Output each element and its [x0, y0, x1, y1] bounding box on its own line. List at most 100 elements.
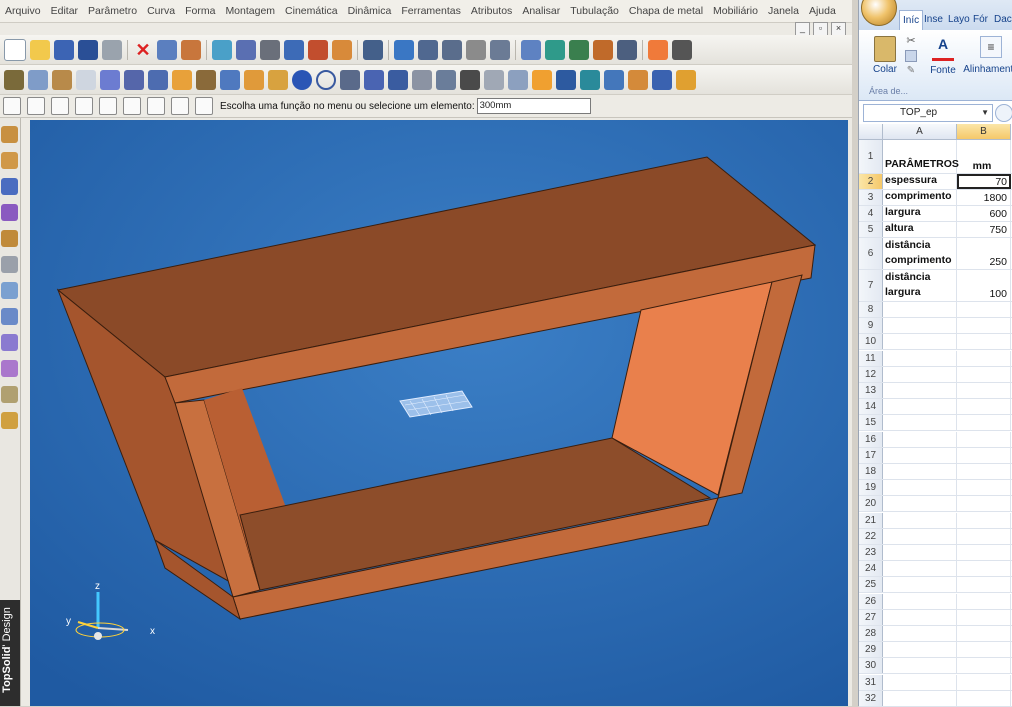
menu-item[interactable]: Curva	[142, 5, 180, 17]
cell-a[interactable]	[883, 561, 957, 577]
cell-b[interactable]	[957, 545, 1011, 560]
sheet-metal-icon[interactable]	[532, 69, 552, 90]
cell-a[interactable]	[883, 642, 957, 658]
option-six-icon[interactable]	[147, 97, 165, 115]
tools-icon[interactable]	[308, 39, 328, 60]
menu-item[interactable]: Ajuda	[804, 5, 841, 17]
cell-b[interactable]	[957, 658, 1011, 674]
row-number[interactable]: 8	[859, 302, 883, 317]
3d-viewport[interactable]: z x y	[30, 120, 848, 706]
weight-icon[interactable]	[676, 69, 696, 90]
format-painter-icon[interactable]: ✎	[903, 65, 919, 76]
clipboard-icon[interactable]	[874, 36, 896, 62]
shaded-view-icon[interactable]	[28, 69, 48, 90]
pointer-icon[interactable]	[556, 69, 576, 90]
document-info-icon[interactable]	[78, 39, 98, 60]
cell-b[interactable]: 1800	[957, 190, 1011, 205]
zoom-icon[interactable]	[521, 39, 541, 60]
menu-item[interactable]: Forma	[180, 5, 220, 17]
area-icon[interactable]	[652, 69, 672, 90]
option-four-icon[interactable]	[99, 97, 117, 115]
hammer-icon[interactable]	[284, 39, 304, 60]
cell-b[interactable]	[957, 399, 1011, 415]
row-number[interactable]: 19	[859, 480, 883, 496]
level-tool-icon[interactable]	[442, 39, 462, 60]
option-five-icon[interactable]	[123, 97, 141, 115]
cell-b[interactable]	[957, 415, 1011, 431]
cell-a[interactable]	[883, 350, 957, 366]
dimension-icon[interactable]	[388, 69, 408, 90]
group-icon[interactable]	[268, 69, 288, 90]
sheet-tool-icon[interactable]	[1, 334, 18, 351]
pencil-icon[interactable]	[340, 69, 360, 90]
cut-icon[interactable]: ✂	[903, 34, 919, 47]
save-icon[interactable]	[54, 39, 74, 60]
cell-a[interactable]	[883, 528, 957, 544]
cell-b[interactable]	[957, 318, 1011, 334]
menu-item[interactable]: Editar	[46, 5, 83, 17]
cell-a[interactable]	[883, 690, 957, 706]
formula-button-icon[interactable]	[995, 104, 1012, 122]
assembly-tool-icon[interactable]	[1, 204, 18, 221]
option-three-icon[interactable]	[75, 97, 93, 115]
pencil-tool-icon[interactable]	[1, 126, 18, 143]
tab-layout[interactable]: Layo	[945, 10, 973, 30]
open-folder-icon[interactable]	[30, 39, 50, 60]
cell-b[interactable]	[957, 496, 1011, 512]
selected-cell-b[interactable]: 70	[957, 174, 1011, 189]
cell-a[interactable]	[883, 399, 957, 415]
cell-b[interactable]	[957, 350, 1011, 366]
row-number[interactable]: 1	[859, 140, 883, 173]
row-number[interactable]: 25	[859, 577, 883, 593]
cell-b[interactable]	[957, 642, 1011, 658]
cell-a[interactable]	[883, 593, 957, 609]
shape-tool-icon[interactable]	[1, 178, 18, 195]
pipe-tool-icon[interactable]	[1, 308, 18, 325]
row-number[interactable]: 30	[859, 658, 883, 674]
cell-a[interactable]	[883, 318, 957, 334]
clamp-icon[interactable]	[628, 69, 648, 90]
print-icon[interactable]	[102, 39, 122, 60]
copy-icon[interactable]	[76, 69, 96, 90]
bucket-icon[interactable]	[172, 69, 192, 90]
zoom-fit-icon[interactable]	[545, 39, 565, 60]
cell-a[interactable]	[883, 480, 957, 496]
corner-header[interactable]	[859, 124, 883, 140]
cell-b[interactable]	[957, 577, 1011, 593]
menu-item[interactable]: Arquivo	[0, 5, 46, 17]
row-number[interactable]: 10	[859, 334, 883, 350]
menu-item[interactable]: Atributos	[466, 5, 517, 17]
cell-b[interactable]	[957, 383, 1011, 398]
option-seven-icon[interactable]	[171, 97, 189, 115]
info-icon[interactable]	[292, 69, 312, 90]
align-icon[interactable]: ≡	[980, 36, 1002, 58]
cube-icon[interactable]	[364, 69, 384, 90]
cell-a[interactable]: espessura	[883, 174, 957, 189]
cell-a[interactable]: distância largura	[883, 270, 957, 301]
pipe-icon[interactable]	[436, 69, 456, 90]
bend-icon[interactable]	[508, 69, 528, 90]
close-button[interactable]: ×	[831, 22, 846, 36]
menu-item[interactable]: Analisar	[517, 5, 565, 17]
office-button-icon[interactable]	[861, 0, 897, 26]
tab-insert[interactable]: Inse	[921, 10, 946, 30]
menu-item[interactable]: Ferramentas	[396, 5, 466, 17]
cell-a[interactable]	[883, 626, 957, 641]
view-mode-icon[interactable]	[593, 39, 613, 60]
cell-a[interactable]	[883, 447, 957, 463]
menu-item[interactable]: Dinâmica	[343, 5, 397, 17]
cell-a[interactable]	[883, 334, 957, 350]
cell-b[interactable]	[957, 528, 1011, 544]
minimize-button[interactable]: _	[795, 22, 810, 36]
menu-item[interactable]: Janela	[763, 5, 804, 17]
paste-label[interactable]: Colar	[867, 64, 903, 75]
color-swatch-icon[interactable]	[648, 39, 668, 60]
dynamic-tool-icon[interactable]	[1, 256, 18, 273]
display-icon[interactable]	[617, 39, 637, 60]
curve-tool-left-icon[interactable]	[1, 152, 18, 169]
cell-a[interactable]	[883, 496, 957, 512]
row-number[interactable]: 12	[859, 366, 883, 382]
cell-b[interactable]	[957, 609, 1011, 625]
cell-a[interactable]: largura	[883, 206, 957, 221]
alignment-label[interactable]: Alinhamento	[963, 64, 1012, 75]
